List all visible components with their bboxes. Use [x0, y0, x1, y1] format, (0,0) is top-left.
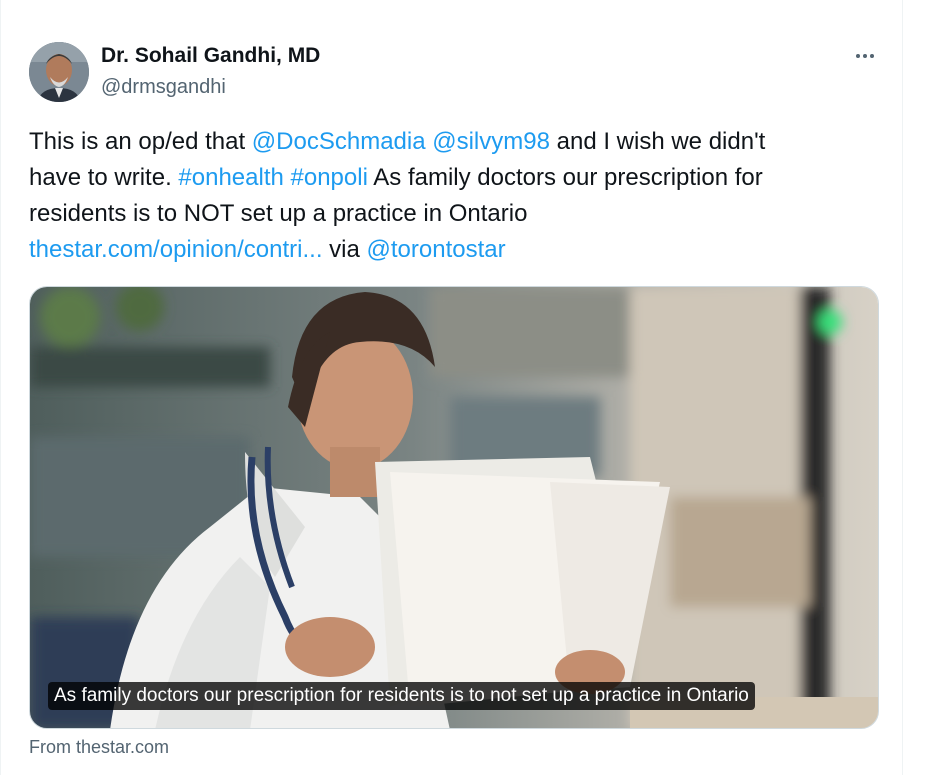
- link-card-source[interactable]: From thestar.com: [29, 737, 169, 758]
- tweet-link[interactable]: #onhealth: [178, 164, 283, 191]
- tweet-text-segment: [284, 164, 291, 191]
- tweet-text-segment: residents is to NOT set up a practice in…: [29, 200, 528, 227]
- tweet-text-segment: This is an op/ed that: [29, 128, 252, 155]
- tweet-text-segment: As family doctors our prescription for: [367, 164, 763, 191]
- tweet-text-line: This is an op/ed that @DocSchmadia @silv…: [29, 124, 879, 160]
- link-card-image[interactable]: As family doctors our prescription for r…: [29, 286, 879, 729]
- tweet: Dr. Sohail Gandhi, MD @drmsgandhi This i…: [0, 0, 903, 775]
- tweet-link[interactable]: @torontostar: [367, 236, 506, 263]
- doctor-reading-photo: [30, 287, 878, 728]
- link-card-caption: As family doctors our prescription for r…: [48, 682, 755, 710]
- tweet-link[interactable]: #onpoli: [291, 164, 368, 191]
- tweet-text-line: thestar.com/opinion/contri... via @toron…: [29, 232, 879, 268]
- tweet-text-segment: have to write.: [29, 164, 179, 191]
- tweet-link[interactable]: @DocSchmadia: [252, 128, 426, 155]
- tweet-text-segment: via: [322, 236, 367, 263]
- author-handle[interactable]: @drmsgandhi: [101, 76, 226, 99]
- more-horizontal-icon[interactable]: [851, 44, 879, 68]
- tweet-text: This is an op/ed that @DocSchmadia @silv…: [29, 124, 879, 268]
- author-name[interactable]: Dr. Sohail Gandhi, MD: [101, 44, 320, 68]
- tweet-link[interactable]: @silvym98: [432, 128, 550, 155]
- tweet-text-line: residents is to NOT set up a practice in…: [29, 196, 879, 232]
- tweet-text-segment: and I wish we didn't: [549, 128, 766, 155]
- tweet-text-line: have to write. #onhealth #onpoli As fami…: [29, 160, 879, 196]
- avatar[interactable]: [29, 42, 89, 102]
- tweet-link[interactable]: thestar.com/opinion/contri...: [29, 236, 322, 263]
